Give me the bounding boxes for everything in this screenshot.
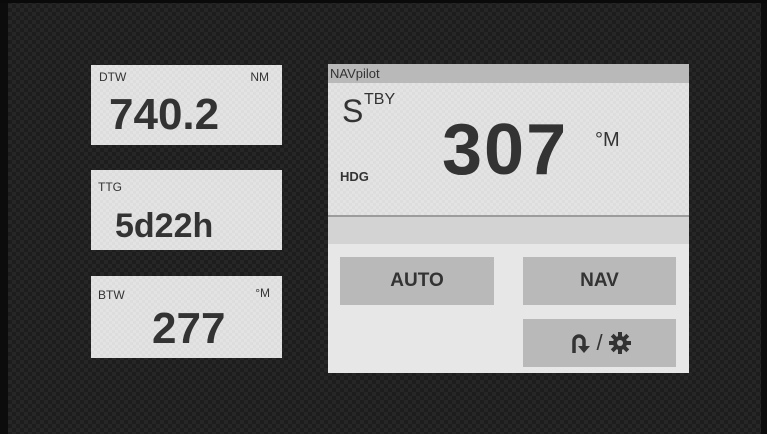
auto-button[interactable]: AUTO <box>340 257 494 305</box>
ttg-label: TTG <box>98 180 122 194</box>
heading-label: HDG <box>340 169 369 184</box>
dtw-tile[interactable]: DTW NM 740.2 <box>91 65 282 145</box>
navpilot-header: NAVpilot <box>328 64 689 83</box>
uturn-settings-button[interactable]: / <box>523 319 676 367</box>
btw-unit: °M <box>255 286 270 300</box>
btw-label: BTW <box>98 288 125 302</box>
btw-value: 277 <box>152 304 226 353</box>
heading-unit: °M <box>595 129 620 151</box>
dtw-value: 740.2 <box>109 90 220 139</box>
u-turn-icon <box>568 331 591 355</box>
gear-icon <box>608 332 631 354</box>
ttg-value: 5d22h <box>115 207 214 245</box>
heading-value: 307 <box>442 110 569 190</box>
navpilot-panel: NAVpilot S TBY HDG 307 °M AUTO NAV / <box>328 64 689 373</box>
btw-tile[interactable]: BTW °M 277 <box>91 276 282 358</box>
controls-area: AUTO NAV / <box>328 244 689 373</box>
dtw-label: DTW <box>99 70 127 84</box>
mode-suffix: TBY <box>364 91 396 108</box>
ttg-tile[interactable]: TTG 5d22h <box>91 170 282 250</box>
top-border <box>0 0 767 3</box>
separator-label: / <box>596 330 603 355</box>
status-bar <box>328 217 689 244</box>
heading-display: S TBY HDG 307 °M <box>328 83 689 215</box>
nav-button[interactable]: NAV <box>523 257 676 305</box>
mode-letter: S <box>342 93 364 129</box>
navpilot-title: NAVpilot <box>330 66 380 81</box>
dtw-unit: NM <box>250 70 269 84</box>
